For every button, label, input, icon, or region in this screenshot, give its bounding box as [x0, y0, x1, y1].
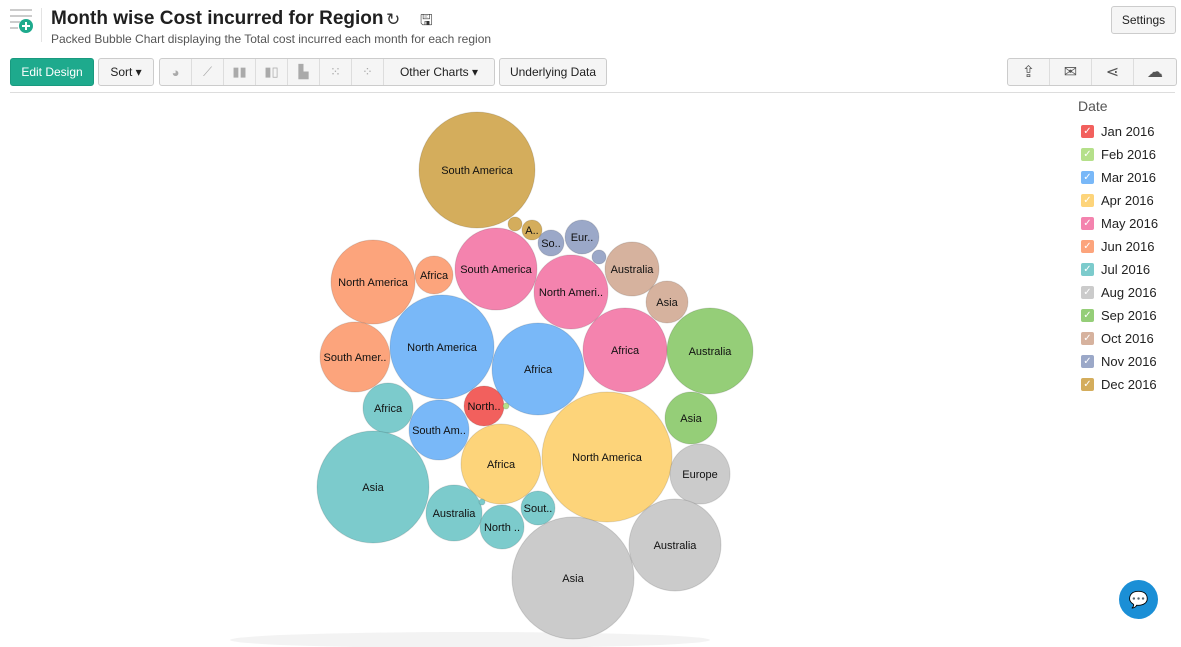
- bubble-label: Australia: [611, 264, 655, 276]
- legend-item[interactable]: ✓ Feb 2016: [1078, 143, 1158, 166]
- pie-chart-icon[interactable]: ◕: [160, 59, 192, 85]
- bubble-label: Australia: [433, 508, 477, 520]
- legend-label: May 2016: [1101, 216, 1159, 231]
- bubble[interactable]: [507, 216, 523, 232]
- share-group: ⇪ ✉ ⋖ ☁: [1007, 58, 1177, 86]
- bubble[interactable]: [502, 402, 510, 410]
- bubble-label: Asia: [656, 297, 678, 309]
- legend-title: Date: [1078, 98, 1108, 114]
- bubble-label: South America: [441, 165, 513, 177]
- legend-label: Nov 2016: [1101, 354, 1157, 369]
- export-icon[interactable]: ⇪: [1008, 59, 1050, 85]
- combo-chart-icon[interactable]: ▙: [288, 59, 320, 85]
- menu-add-icon[interactable]: [10, 8, 34, 34]
- edit-design-button[interactable]: Edit Design: [10, 58, 94, 86]
- legend-item[interactable]: ✓ May 2016: [1078, 212, 1158, 235]
- legend-item[interactable]: ✓ Sep 2016: [1078, 304, 1158, 327]
- legend-checkbox[interactable]: ✓: [1081, 309, 1094, 322]
- bubble-label: Eur..: [571, 232, 594, 244]
- page-subtitle: Packed Bubble Chart displaying the Total…: [51, 32, 492, 46]
- bar-chart-icon[interactable]: ▮▮: [224, 59, 256, 85]
- bubble-label: South Am..: [412, 425, 466, 437]
- bubble-label: A..: [525, 225, 538, 237]
- legend-checkbox[interactable]: ✓: [1081, 240, 1094, 253]
- other-charts-button[interactable]: Other Charts ▾: [384, 59, 494, 85]
- bubble-label: Africa: [420, 270, 449, 282]
- chat-button[interactable]: 💬: [1119, 580, 1158, 619]
- scatter-chart-icon[interactable]: ⁙: [320, 59, 352, 85]
- header-divider: [41, 8, 42, 42]
- legend-checkbox[interactable]: ✓: [1081, 217, 1094, 230]
- bubble-label: South Amer..: [324, 352, 387, 364]
- legend-label: Aug 2016: [1101, 285, 1157, 300]
- bubble-label: South America: [460, 264, 532, 276]
- legend-checkbox[interactable]: ✓: [1081, 286, 1094, 299]
- stacked-bar-icon[interactable]: ▮▯: [256, 59, 288, 85]
- chart-type-group: ◕ ⟋ ▮▮ ▮▯ ▙ ⁙ ⁘ Other Charts ▾: [159, 58, 495, 86]
- legend-checkbox[interactable]: ✓: [1081, 148, 1094, 161]
- bubble-label: North America: [407, 342, 478, 354]
- legend-item[interactable]: ✓ Jul 2016: [1078, 258, 1158, 281]
- legend-checkbox[interactable]: ✓: [1081, 171, 1094, 184]
- legend-item[interactable]: ✓ Nov 2016: [1078, 350, 1158, 373]
- legend-checkbox[interactable]: ✓: [1081, 355, 1094, 368]
- bubble-label: Asia: [562, 573, 584, 585]
- legend-checkbox[interactable]: ✓: [1081, 378, 1094, 391]
- bubble-label: Asia: [680, 413, 702, 425]
- publish-cloud-icon[interactable]: ☁: [1134, 59, 1176, 85]
- bubble-label: Africa: [524, 364, 553, 376]
- bubble-label: Sout..: [524, 503, 553, 515]
- bubble-label: Africa: [487, 459, 516, 471]
- sort-button[interactable]: Sort ▾: [98, 58, 154, 86]
- legend-label: Jun 2016: [1101, 239, 1155, 254]
- bubble[interactable]: [478, 498, 486, 506]
- line-chart-icon[interactable]: ⟋: [192, 59, 224, 85]
- bubble-label: North America: [572, 452, 643, 464]
- toolbar-divider: [10, 92, 1175, 93]
- legend-checkbox[interactable]: ✓: [1081, 125, 1094, 138]
- bubble-label: Australia: [689, 346, 733, 358]
- bubble-label: Europe: [682, 469, 717, 481]
- legend-item[interactable]: ✓ Mar 2016: [1078, 166, 1158, 189]
- bubble-label: North Ameri..: [539, 287, 603, 299]
- legend-item[interactable]: ✓ Aug 2016: [1078, 281, 1158, 304]
- share-icon[interactable]: ⋖: [1092, 59, 1134, 85]
- legend-label: Sep 2016: [1101, 308, 1157, 323]
- legend-item[interactable]: ✓ Jun 2016: [1078, 235, 1158, 258]
- legend-label: Jul 2016: [1101, 262, 1151, 277]
- legend-checkbox[interactable]: ✓: [1081, 263, 1094, 276]
- map-chart-icon[interactable]: ⁘: [352, 59, 384, 85]
- bubble-label: North America: [338, 277, 409, 289]
- bubble-label: North ..: [484, 522, 520, 534]
- underlying-data-button[interactable]: Underlying Data: [499, 58, 607, 86]
- bubble-label: Africa: [611, 345, 640, 357]
- refresh-icon[interactable]: ↻: [386, 10, 400, 30]
- legend-label: Dec 2016: [1101, 377, 1157, 392]
- legend-item[interactable]: ✓ Apr 2016: [1078, 189, 1158, 212]
- bubble-label: Africa: [374, 403, 403, 415]
- legend-item[interactable]: ✓ Jan 2016: [1078, 120, 1158, 143]
- bubble-label: Asia: [362, 482, 384, 494]
- bubble-chart: South America A..So.. Eur.. Australia Asia So…: [230, 111, 754, 647]
- legend-label: Jan 2016: [1101, 124, 1155, 139]
- legend-checkbox[interactable]: ✓: [1081, 194, 1094, 207]
- legend-label: Apr 2016: [1101, 193, 1154, 208]
- bubble-label: So..: [541, 238, 561, 250]
- bubble[interactable]: [591, 249, 607, 265]
- legend-item[interactable]: ✓ Dec 2016: [1078, 373, 1158, 396]
- legend-label: Oct 2016: [1101, 331, 1154, 346]
- settings-button[interactable]: Settings: [1111, 6, 1176, 34]
- bubble-label: Australia: [654, 540, 698, 552]
- legend-label: Mar 2016: [1101, 170, 1156, 185]
- bubble-label: North..: [467, 401, 500, 413]
- legend-label: Feb 2016: [1101, 147, 1156, 162]
- legend: Date ✓ Jan 2016 ✓ Feb 2016 ✓ Mar 2016 ✓ Apr 201…: [1078, 98, 1158, 396]
- legend-item[interactable]: ✓ Oct 2016: [1078, 327, 1158, 350]
- page-title: Month wise Cost incurred for Region: [51, 8, 384, 29]
- email-icon[interactable]: ✉: [1050, 59, 1092, 85]
- legend-checkbox[interactable]: ✓: [1081, 332, 1094, 345]
